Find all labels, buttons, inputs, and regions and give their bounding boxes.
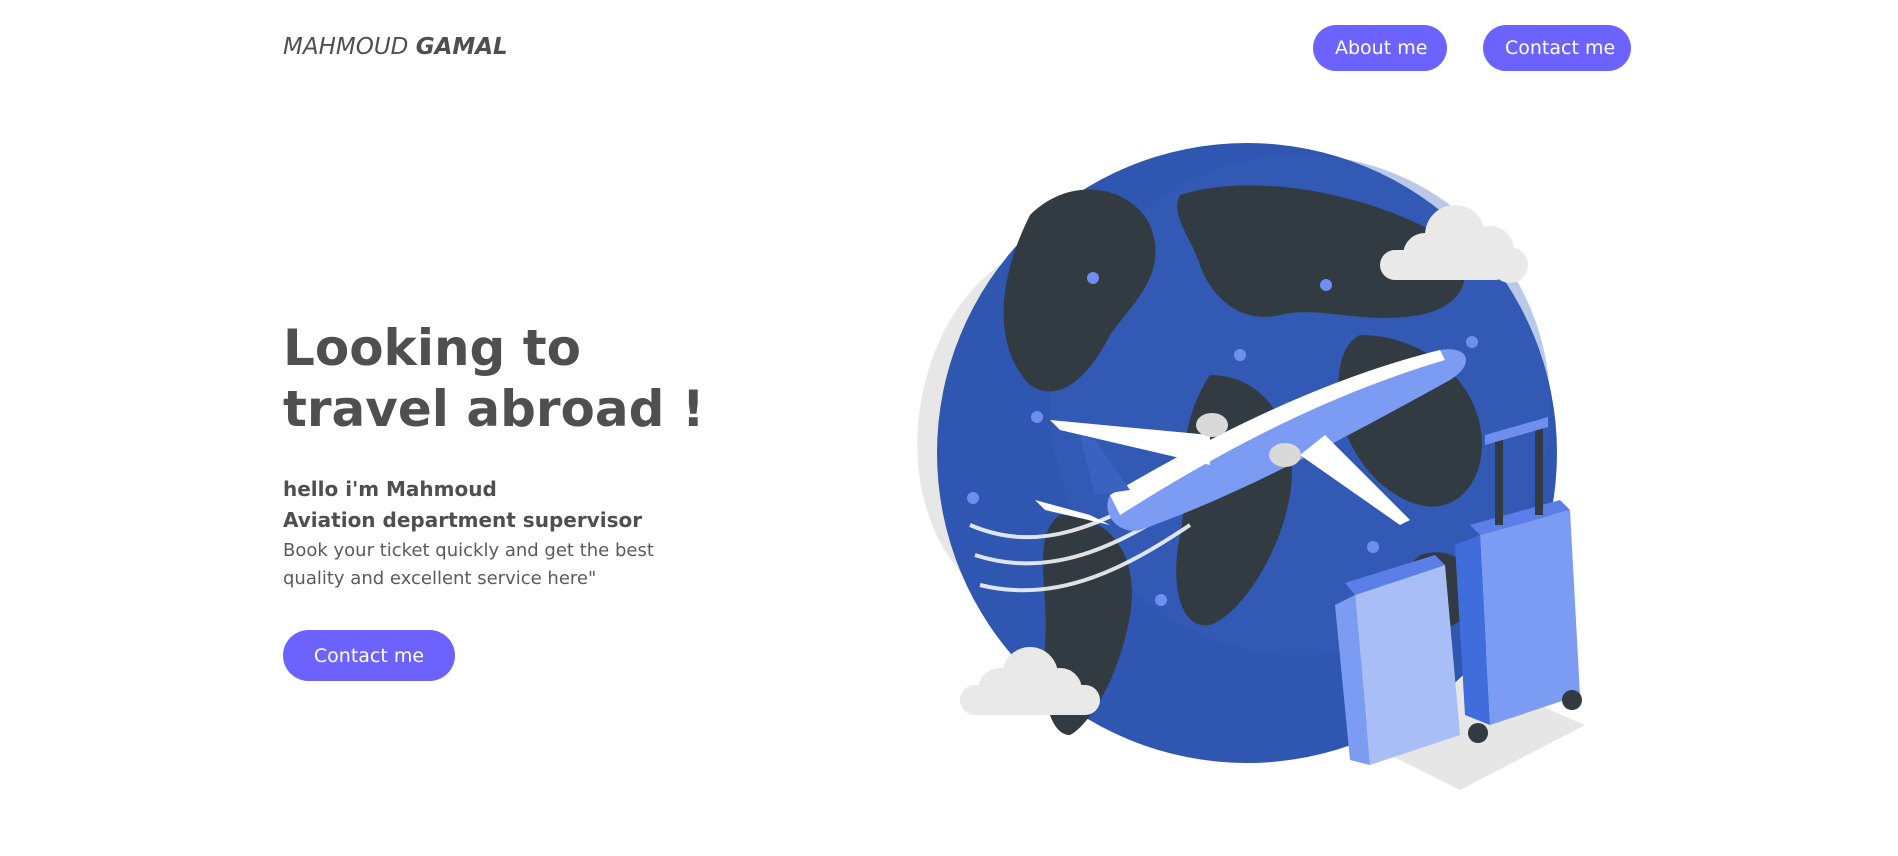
job-title-text: Aviation department supervisor: [283, 508, 643, 532]
logo-first-name: MAHMOUD: [283, 34, 409, 60]
hero-title-line-2: travel abroad !: [283, 380, 705, 438]
header-contact-button[interactable]: Contact me: [1483, 25, 1631, 71]
site-header: MAHMOUD GAMAL About me Contact me: [283, 25, 1633, 71]
site-logo[interactable]: MAHMOUD GAMAL: [283, 34, 508, 60]
logo-last-name: GAMAL: [415, 34, 508, 60]
travel-globe-airplane-luggage-icon: [917, 143, 1585, 790]
hero-intro: hello i'm Mahmoud Aviation department su…: [283, 474, 723, 536]
hero-contact-button[interactable]: Contact me: [283, 630, 455, 681]
hero-description: Book your ticket quickly and get the bes…: [283, 540, 654, 589]
about-me-button[interactable]: About me: [1313, 25, 1447, 71]
hero-title-line-1: Looking to: [283, 319, 581, 377]
travel-illustration: [880, 135, 1620, 835]
hero-section: Looking to travel abroad ! hello i'm Mah…: [283, 318, 723, 681]
hero-title: Looking to travel abroad !: [283, 318, 723, 440]
landing-page: MAHMOUD GAMAL About me Contact me Lookin…: [0, 0, 1898, 856]
greeting-text: hello i'm Mahmoud: [283, 477, 497, 501]
